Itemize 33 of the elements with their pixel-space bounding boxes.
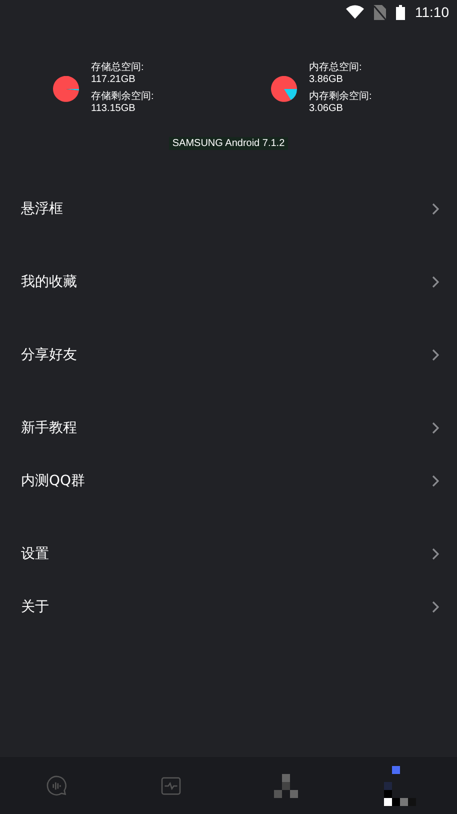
no-sim-icon bbox=[374, 4, 386, 20]
menu-item[interactable]: 设置 bbox=[0, 527, 457, 580]
chevron-icon bbox=[432, 600, 439, 612]
stat-value: 3.86GB bbox=[309, 74, 344, 86]
status-time: 11:10 bbox=[415, 4, 449, 20]
pixel-triangle-icon[interactable] bbox=[274, 774, 298, 798]
pulse-monitor-icon[interactable] bbox=[161, 776, 182, 794]
wifi-icon bbox=[346, 5, 364, 19]
menu-item[interactable]: 分享好友 bbox=[0, 328, 457, 381]
chevron-icon bbox=[432, 276, 439, 288]
menu-item[interactable]: 关于 bbox=[0, 580, 457, 633]
menu-item[interactable]: 我的收藏 bbox=[0, 255, 457, 308]
pie-chart-drawing bbox=[53, 76, 79, 102]
chevron-icon bbox=[432, 348, 439, 360]
menu-item[interactable]: 内测QQ群 bbox=[0, 454, 457, 507]
stat-label: 内存剩余空间: bbox=[309, 91, 372, 103]
chevron-icon bbox=[432, 474, 439, 486]
pie-chart-drawing bbox=[271, 76, 297, 102]
pixel-blocks-icon[interactable] bbox=[384, 766, 416, 806]
chevron-icon bbox=[432, 422, 439, 434]
stat-value: 117.21GB bbox=[91, 74, 136, 86]
stat-value: 3.06GB bbox=[309, 103, 344, 115]
stat-label: 存储剩余空间: bbox=[91, 91, 154, 103]
stat-label: 内存总空间: bbox=[309, 62, 363, 74]
chevron-icon bbox=[432, 548, 439, 560]
stat-label: 存储总空间: bbox=[91, 62, 145, 74]
menu-item[interactable]: 新手教程 bbox=[0, 401, 457, 454]
chevron-icon bbox=[432, 202, 439, 214]
voice-bubble-icon[interactable] bbox=[46, 774, 68, 796]
device-label: SAMSUNG Android 7.1.2 bbox=[169, 137, 288, 150]
battery-icon bbox=[396, 4, 405, 20]
stat-value: 113.15GB bbox=[91, 103, 136, 115]
menu-item[interactable]: 悬浮框 bbox=[0, 182, 457, 235]
